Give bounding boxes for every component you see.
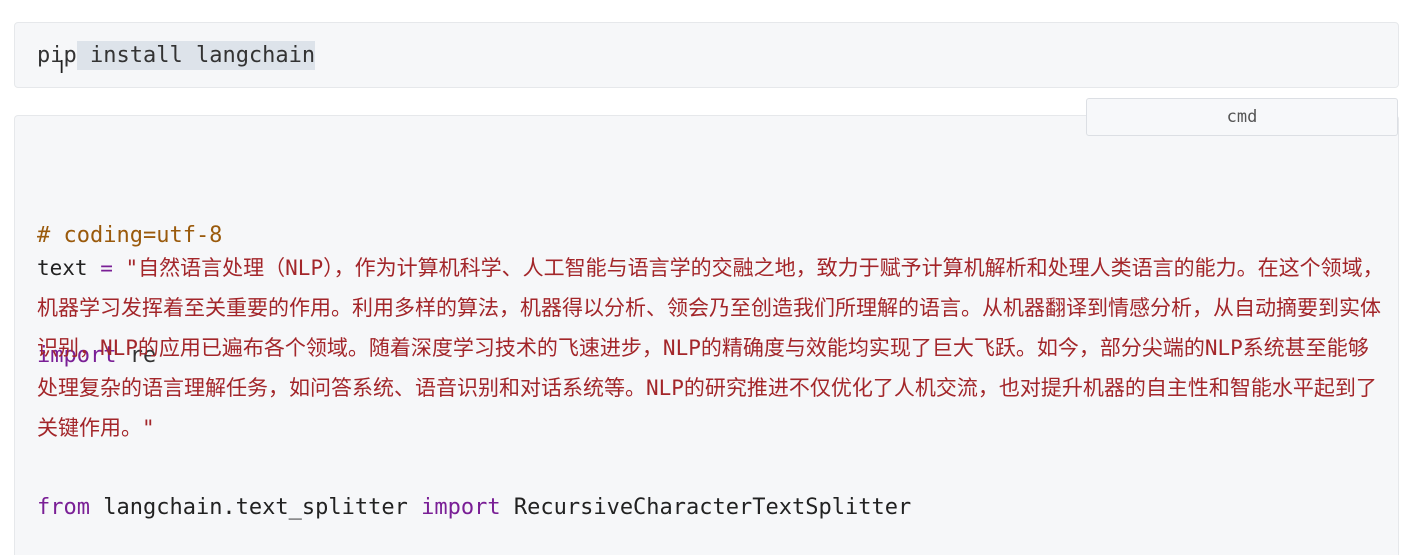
text-cursor-icon: I [59,57,65,78]
text-assignment: text = "自然语言处理（NLP），作为计算机科学、人工智能与语言学的交融之… [37,248,1387,448]
text-variable: text [37,256,88,280]
assign-operator: = [87,256,126,280]
pip-install-command[interactable]: pip install langchain [37,40,316,72]
from-import-line: from langchain.text_splitter import Recu… [37,488,911,528]
import-class-name: RecursiveCharacterTextSplitter [500,495,912,520]
pip-command-prefix: pip [37,43,77,68]
pip-install-code-block[interactable]: pip install langchain I [14,22,1399,88]
text-string-literal: "自然语言处理（NLP），作为计算机科学、人工智能与语言学的交融之地，致力于赋予… [37,256,1384,440]
python-code-block[interactable]: # coding=utf-8 import re text = "自然语言处理（… [14,115,1399,555]
import-keyword-2: import [421,495,501,520]
from-module: langchain.text_splitter [89,495,422,520]
from-keyword: from [37,495,90,520]
selected-command-text: install langchain [76,41,316,70]
language-tab-cmd[interactable]: cmd [1086,98,1398,136]
